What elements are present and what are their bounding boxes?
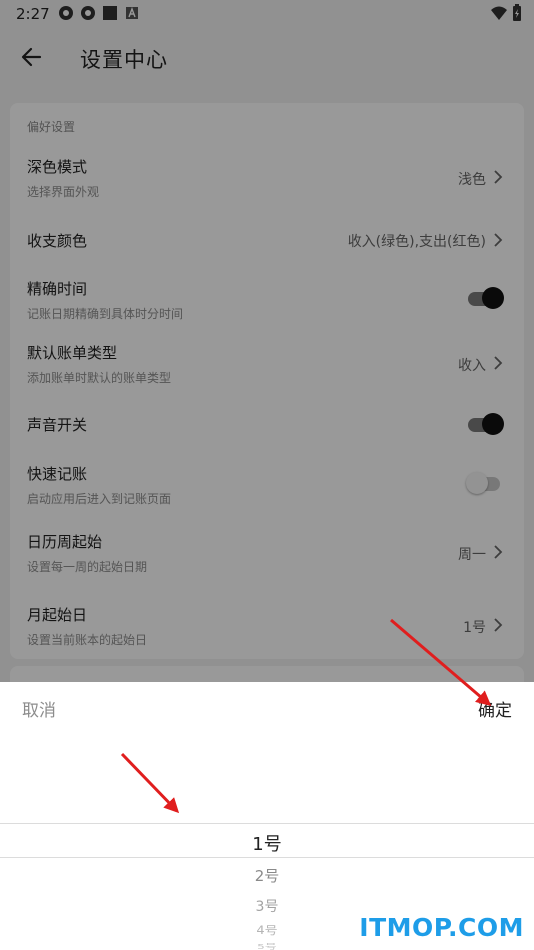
watermark: ITMOP.COM [359,913,524,942]
picker-item[interactable]: 5号 [0,941,534,950]
confirm-button[interactable]: 确定 [478,696,512,721]
modal-scrim[interactable] [0,0,534,682]
cancel-button[interactable]: 取消 [22,696,56,721]
day-picker-sheet: 取消 确定 1号 2号 3号 4号 5号 [0,682,534,950]
picker-divider [0,857,534,858]
picker-item-selected[interactable]: 1号 [0,830,534,856]
picker-item[interactable]: 2号 [0,865,534,886]
picker-divider [0,823,534,824]
